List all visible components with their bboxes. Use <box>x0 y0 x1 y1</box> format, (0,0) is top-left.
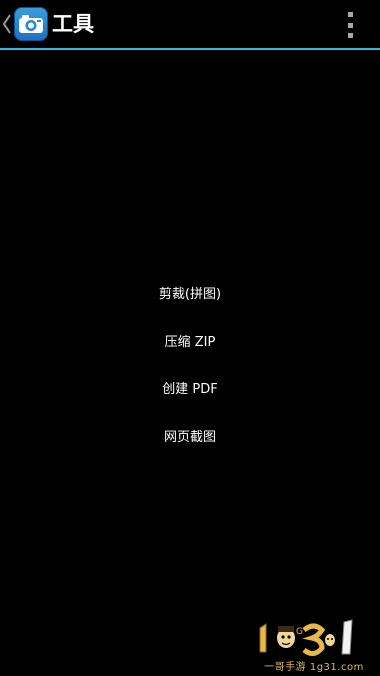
up-button[interactable] <box>0 4 52 44</box>
watermark: G 一哥手游 1g31.com <box>252 618 376 674</box>
action-bar: 工具 <box>0 0 380 48</box>
watermark-logo: G <box>259 619 353 656</box>
overflow-menu-icon <box>347 12 353 17</box>
svg-text:G: G <box>296 627 303 637</box>
watermark-text: 一哥手游 1g31.com <box>264 662 364 673</box>
menu-item-crop-collage[interactable]: 剪裁(拼图) <box>0 269 380 317</box>
page-title: 工具 <box>52 12 94 36</box>
tools-menu-list: 剪裁(拼图) 压缩 ZIP 创建 PDF 网页截图 <box>0 269 380 459</box>
menu-item-webpage-screenshot[interactable]: 网页截图 <box>0 412 380 460</box>
menu-item-create-pdf[interactable]: 创建 PDF <box>0 364 380 412</box>
action-bar-divider <box>0 48 380 50</box>
overflow-menu-button[interactable] <box>340 12 360 38</box>
camera-icon <box>14 7 48 41</box>
menu-item-compress-zip[interactable]: 压缩 ZIP <box>0 317 380 365</box>
chevron-left-icon <box>2 14 11 34</box>
